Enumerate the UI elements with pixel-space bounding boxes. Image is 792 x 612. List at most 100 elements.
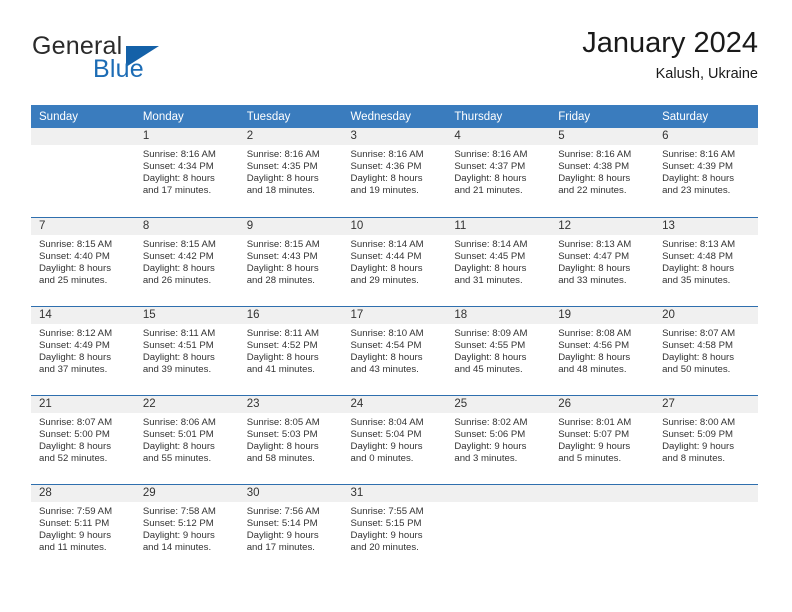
calendar-day-cell[interactable]: 1 Sunrise: 8:16 AM Sunset: 4:34 PM Daylight…	[134, 128, 239, 217]
day-sun-info: Sunrise: 8:13 AM Sunset: 4:47 PM Daylight:…	[550, 235, 654, 287]
calendar-week-row: 7 Sunrise: 8:15 AM Sunset: 4:40 PM Daylight…	[31, 217, 758, 306]
day-number: 26	[550, 396, 655, 413]
sunrise-text: Sunrise: 8:07 AM	[662, 328, 736, 339]
daylight-text-line2: and 39 minutes.	[142, 364, 212, 376]
daylight-text-line1: Daylight: 8 hours	[142, 173, 215, 185]
calendar-week-row: 1 Sunrise: 8:16 AM Sunset: 4:34 PM Daylight…	[31, 128, 758, 217]
daylight-text-line2: and 20 minutes.	[350, 542, 419, 554]
calendar-body: 1 Sunrise: 8:16 AM Sunset: 4:34 PM Daylight…	[31, 128, 758, 573]
day-sun-info: Sunrise: 8:04 AM Sunset: 5:04 PM Daylight:…	[343, 413, 447, 465]
calendar-day-cell[interactable]: 12 Sunrise: 8:13 AM Sunset: 4:47 PM Dayligh…	[550, 217, 655, 306]
day-number: 24	[342, 396, 447, 413]
calendar-day-cell[interactable]: 4 Sunrise: 8:16 AM Sunset: 4:37 PM Daylight…	[446, 128, 551, 217]
day-number: 12	[550, 218, 655, 235]
calendar-page: General Blue January 2024 Kalush, Ukrain…	[0, 0, 792, 612]
daylight-text-line2: and 37 minutes.	[39, 364, 108, 376]
day-number: 17	[342, 307, 447, 324]
day-sun-info: Sunrise: 8:14 AM Sunset: 4:45 PM Daylight:…	[446, 235, 550, 287]
calendar-day-cell[interactable]: 9 Sunrise: 8:15 AM Sunset: 4:43 PM Daylight…	[238, 217, 343, 306]
calendar-day-cell[interactable]: 15 Sunrise: 8:11 AM Sunset: 4:51 PM Dayligh…	[134, 306, 239, 395]
calendar-table: Sunday Monday Tuesday Wednesday Thursday Frid…	[31, 105, 758, 573]
daylight-text-line1: Daylight: 9 hours	[142, 530, 215, 542]
calendar-day-cell[interactable]: 26 Sunrise: 8:01 AM Sunset: 5:07 PM Dayligh…	[550, 395, 655, 484]
calendar-day-cell[interactable]: 28 Sunrise: 7:59 AM Sunset: 5:11 PM Dayligh…	[31, 484, 135, 573]
sunrise-text: Sunrise: 8:02 AM	[454, 417, 528, 428]
weekday-header-saturday: Saturday	[654, 105, 758, 128]
day-sun-info: Sunrise: 8:10 AM Sunset: 4:54 PM Daylight:…	[343, 324, 447, 376]
day-number: 21	[31, 396, 135, 413]
sunset-text: Sunset: 5:12 PM	[142, 518, 214, 530]
logo-text-blue: Blue	[93, 55, 144, 83]
sunset-text: Sunset: 5:14 PM	[246, 518, 318, 530]
day-cell-inner: 30 Sunrise: 7:56 AM Sunset: 5:14 PM Dayligh…	[238, 484, 343, 573]
day-sun-info: Sunrise: 7:59 AM Sunset: 5:11 PM Daylight:…	[31, 502, 135, 554]
daylight-text-line2: and 31 minutes.	[454, 275, 523, 287]
day-sun-info: Sunrise: 7:58 AM Sunset: 5:12 PM Daylight:…	[135, 502, 239, 554]
day-cell-inner: 8 Sunrise: 8:15 AM Sunset: 4:42 PM Daylight…	[134, 217, 239, 306]
calendar-day-cell[interactable]: 14 Sunrise: 8:12 AM Sunset: 4:49 PM Dayligh…	[31, 306, 135, 395]
day-number: 1	[134, 128, 239, 145]
day-sun-info: Sunrise: 8:16 AM Sunset: 4:38 PM Daylight:…	[550, 145, 654, 197]
calendar-day-cell[interactable]: 19 Sunrise: 8:08 AM Sunset: 4:56 PM Dayligh…	[550, 306, 655, 395]
daylight-text-line1: Daylight: 8 hours	[558, 173, 631, 185]
day-sun-info: Sunrise: 7:55 AM Sunset: 5:15 PM Daylight:…	[343, 502, 447, 554]
calendar-day-cell[interactable]: 11 Sunrise: 8:14 AM Sunset: 4:45 PM Dayligh…	[446, 217, 551, 306]
calendar-day-cell[interactable]: 27 Sunrise: 8:00 AM Sunset: 5:09 PM Dayligh…	[654, 395, 758, 484]
day-cell-inner	[446, 484, 551, 573]
daylight-text-line2: and 45 minutes.	[454, 364, 523, 376]
day-cell-inner: 25 Sunrise: 8:02 AM Sunset: 5:06 PM Dayligh…	[446, 395, 551, 484]
daylight-text-line2: and 26 minutes.	[142, 275, 212, 287]
calendar-day-cell[interactable]: 18 Sunrise: 8:09 AM Sunset: 4:55 PM Dayligh…	[446, 306, 551, 395]
calendar-day-cell[interactable]: 2 Sunrise: 8:16 AM Sunset: 4:35 PM Daylight…	[238, 128, 343, 217]
daylight-text-line2: and 35 minutes.	[662, 275, 731, 287]
calendar-day-cell[interactable]: 5 Sunrise: 8:16 AM Sunset: 4:38 PM Daylight…	[550, 128, 655, 217]
day-number: 11	[446, 218, 551, 235]
day-cell-inner: 16 Sunrise: 8:11 AM Sunset: 4:52 PM Dayligh…	[238, 306, 343, 395]
daylight-text-line2: and 0 minutes.	[350, 453, 414, 465]
calendar-day-cell[interactable]: 3 Sunrise: 8:16 AM Sunset: 4:36 PM Daylight…	[342, 128, 447, 217]
weekday-header-thursday: Thursday	[446, 105, 551, 128]
daylight-text-line2: and 55 minutes.	[142, 453, 212, 465]
daylight-text-line1: Daylight: 8 hours	[558, 263, 631, 275]
calendar-day-cell[interactable]: 29 Sunrise: 7:58 AM Sunset: 5:12 PM Dayligh…	[134, 484, 239, 573]
daylight-text-line2: and 17 minutes.	[246, 542, 315, 554]
day-cell-inner: 7 Sunrise: 8:15 AM Sunset: 4:40 PM Daylight…	[31, 217, 135, 306]
general-blue-logo[interactable]: General Blue	[32, 32, 252, 94]
daylight-text-line1: Daylight: 8 hours	[142, 352, 215, 364]
daylight-text-line1: Daylight: 8 hours	[662, 173, 735, 185]
day-cell-inner: 6 Sunrise: 8:16 AM Sunset: 4:39 PM Daylight…	[654, 128, 758, 217]
calendar-day-cell[interactable]: 20 Sunrise: 8:07 AM Sunset: 4:58 PM Dayligh…	[654, 306, 758, 395]
calendar-day-cell[interactable]: 6 Sunrise: 8:16 AM Sunset: 4:39 PM Daylight…	[654, 128, 758, 217]
calendar-day-cell[interactable]: 8 Sunrise: 8:15 AM Sunset: 4:42 PM Daylight…	[134, 217, 239, 306]
calendar-day-cell-empty	[550, 484, 655, 573]
calendar-day-cell[interactable]: 13 Sunrise: 8:13 AM Sunset: 4:48 PM Dayligh…	[654, 217, 758, 306]
day-sun-info: Sunrise: 8:07 AM Sunset: 5:00 PM Daylight:…	[31, 413, 135, 465]
calendar-day-cell[interactable]: 24 Sunrise: 8:04 AM Sunset: 5:04 PM Dayligh…	[342, 395, 447, 484]
calendar-day-cell[interactable]: 7 Sunrise: 8:15 AM Sunset: 4:40 PM Daylight…	[31, 217, 135, 306]
day-number: 22	[134, 396, 239, 413]
day-sun-info: Sunrise: 8:15 AM Sunset: 4:43 PM Daylight:…	[239, 235, 343, 287]
calendar-day-cell[interactable]: 10 Sunrise: 8:14 AM Sunset: 4:44 PM Dayligh…	[342, 217, 447, 306]
day-cell-inner: 19 Sunrise: 8:08 AM Sunset: 4:56 PM Dayligh…	[550, 306, 655, 395]
calendar-day-cell[interactable]: 17 Sunrise: 8:10 AM Sunset: 4:54 PM Dayligh…	[342, 306, 447, 395]
daylight-text-line2: and 8 minutes.	[662, 453, 725, 465]
weekday-header-monday: Monday	[134, 105, 239, 128]
calendar-day-cell[interactable]: 30 Sunrise: 7:56 AM Sunset: 5:14 PM Dayligh…	[238, 484, 343, 573]
calendar-day-cell[interactable]: 22 Sunrise: 8:06 AM Sunset: 5:01 PM Dayligh…	[134, 395, 239, 484]
day-number	[446, 485, 551, 502]
daylight-text-line2: and 19 minutes.	[350, 185, 419, 197]
calendar-day-cell[interactable]: 21 Sunrise: 8:07 AM Sunset: 5:00 PM Dayligh…	[31, 395, 135, 484]
sunset-text: Sunset: 4:49 PM	[39, 340, 110, 352]
day-number: 4	[446, 128, 551, 145]
day-number: 6	[654, 128, 758, 145]
calendar-day-cell[interactable]: 16 Sunrise: 8:11 AM Sunset: 4:52 PM Dayligh…	[238, 306, 343, 395]
day-number: 31	[342, 485, 447, 502]
day-sun-info: Sunrise: 8:02 AM Sunset: 5:06 PM Daylight:…	[446, 413, 550, 465]
calendar-day-cell[interactable]: 31 Sunrise: 7:55 AM Sunset: 5:15 PM Dayligh…	[342, 484, 447, 573]
daylight-text-line1: Daylight: 9 hours	[662, 441, 735, 453]
sunrise-text: Sunrise: 8:05 AM	[246, 417, 320, 428]
daylight-text-line1: Daylight: 8 hours	[246, 173, 319, 185]
calendar-day-cell[interactable]: 23 Sunrise: 8:05 AM Sunset: 5:03 PM Dayligh…	[238, 395, 343, 484]
calendar-day-cell[interactable]: 25 Sunrise: 8:02 AM Sunset: 5:06 PM Dayligh…	[446, 395, 551, 484]
day-number: 23	[238, 396, 343, 413]
